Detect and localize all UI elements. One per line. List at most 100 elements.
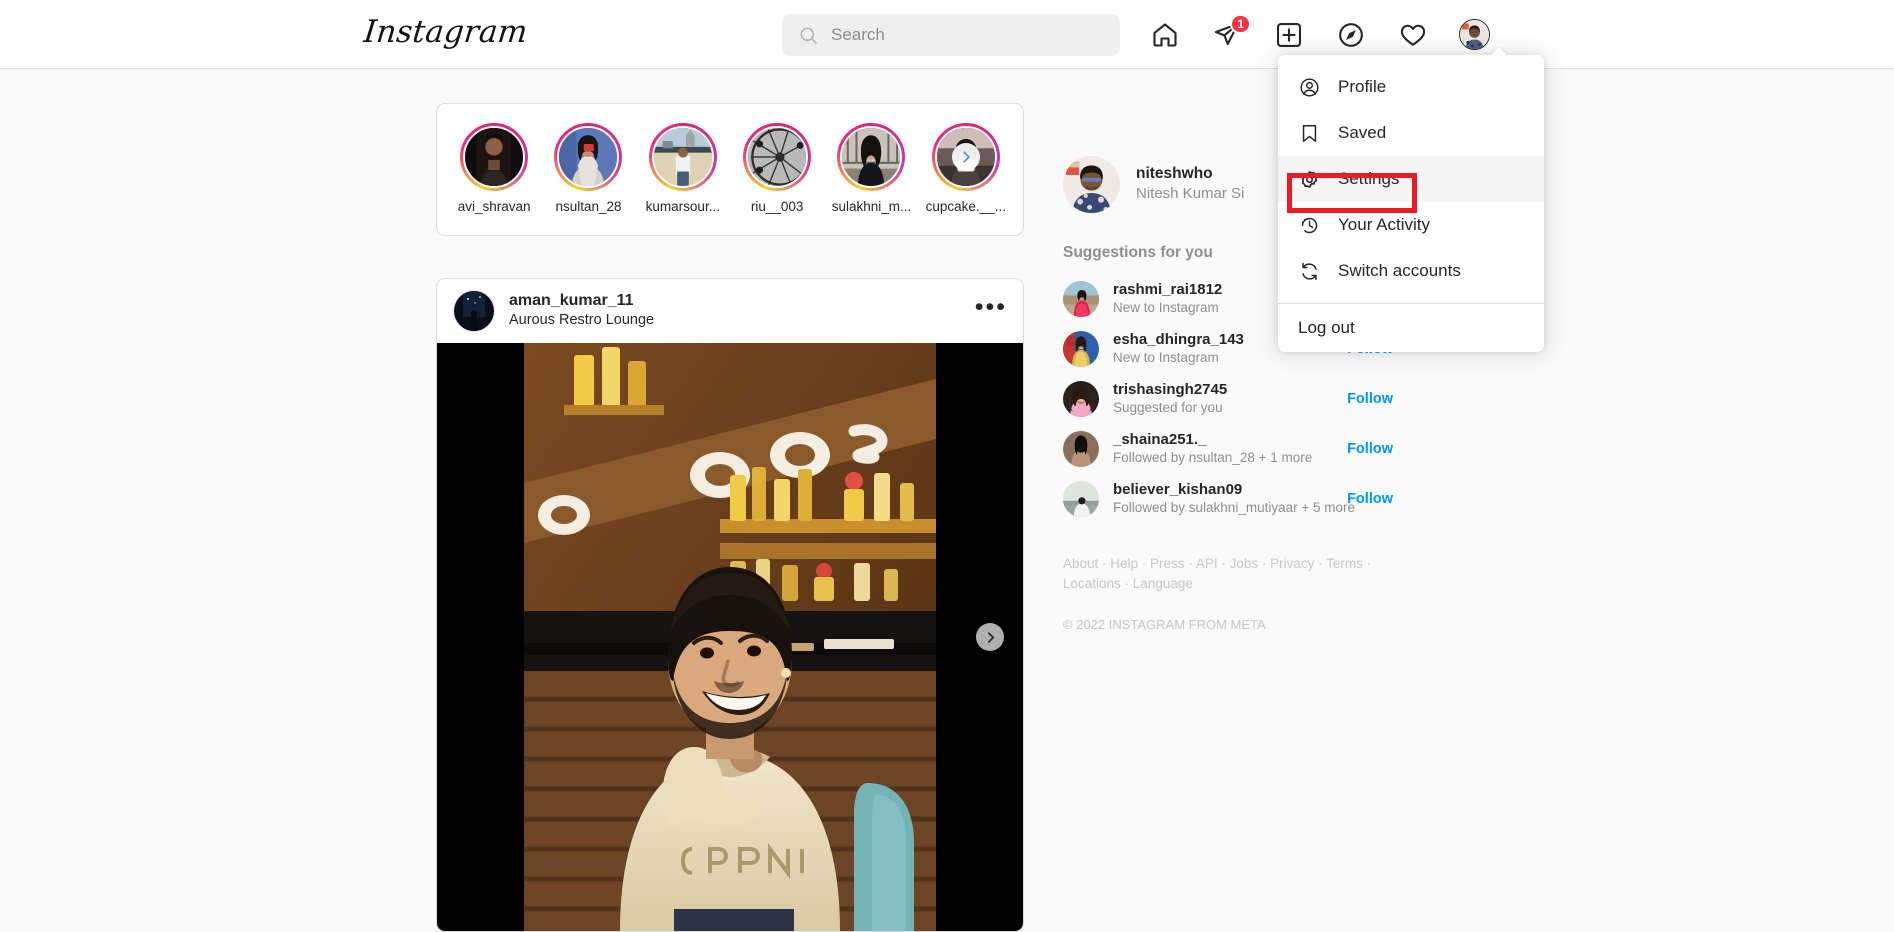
story-item[interactable]: cupcake.__... — [923, 123, 1009, 214]
menu-item-settings[interactable]: Settings — [1278, 156, 1544, 202]
footer-sep: · — [1098, 556, 1111, 571]
suggestion-avatar[interactable] — [1063, 281, 1099, 317]
current-user-avatar[interactable] — [1063, 155, 1120, 213]
current-user-meta: niteshwho Nitesh Kumar Si — [1136, 164, 1244, 204]
bookmark-icon — [1298, 122, 1320, 144]
footer-sep: · — [1217, 556, 1230, 571]
story-ring — [648, 123, 717, 191]
footer-copyright: © 2022 INSTAGRAM FROM META — [1063, 617, 1266, 633]
current-username[interactable]: niteshwho — [1136, 164, 1244, 184]
menu-item-label: Your Activity — [1338, 215, 1430, 234]
menu-item-saved[interactable]: Saved — [1278, 110, 1544, 156]
switch-accounts-icon — [1298, 260, 1320, 282]
story-avatar — [651, 126, 714, 188]
search-input[interactable]: Search — [782, 14, 1120, 56]
account-dropdown-menu: Profile Saved Settings Your Activity Swi… — [1278, 55, 1544, 352]
footer-link[interactable]: Terms — [1326, 556, 1363, 571]
top-navigation-bar: Instagram Search 1 — [0, 0, 1894, 69]
footer-sep: · — [1362, 556, 1372, 571]
suggestion-avatar[interactable] — [1063, 481, 1099, 517]
suggestion-meta: _shaina251._ Followed by nsultan_28 + 1 … — [1113, 430, 1337, 468]
story-username: riu__003 — [750, 199, 804, 214]
story-item[interactable]: kumarsour... — [640, 123, 726, 214]
profile-circle-icon — [1298, 76, 1320, 98]
follow-button[interactable]: Follow — [1347, 441, 1393, 457]
suggestion-row: believer_kishan09 Followed by sulakhni_m… — [1063, 474, 1393, 524]
menu-item-label: Settings — [1338, 169, 1400, 188]
profile-avatar[interactable] — [1459, 19, 1490, 50]
story-item[interactable]: nsultan_28 — [545, 123, 631, 214]
story-ring — [554, 123, 623, 191]
dropdown-pointer — [1490, 47, 1508, 56]
story-ring — [931, 123, 1000, 191]
current-fullname: Nitesh Kumar Si — [1136, 184, 1245, 202]
suggestion-subtitle: New to Instagram — [1113, 350, 1219, 366]
story-item[interactable]: sulakhni_m... — [828, 123, 914, 214]
menu-item-label: Switch accounts — [1338, 261, 1461, 280]
story-item[interactable]: avi_shravan — [451, 123, 537, 214]
suggestion-username[interactable]: _shaina251._ — [1113, 430, 1337, 450]
footer-links: About · Help · Press · API · Jobs · Priv… — [1063, 554, 1423, 593]
sidebar-footer: About · Help · Press · API · Jobs · Priv… — [1063, 554, 1423, 632]
suggestion-subtitle: Followed by sulakhni_mutiyaar + 5 more — [1113, 500, 1355, 516]
footer-link[interactable]: Language — [1133, 576, 1193, 591]
messenger-icon[interactable]: 1 — [1211, 14, 1251, 50]
suggestion-username[interactable]: believer_kishan09 — [1113, 480, 1337, 500]
post-next-image-button[interactable] — [976, 623, 1004, 651]
post-username[interactable]: aman_kumar_11 — [509, 291, 975, 311]
post-media[interactable] — [437, 343, 1023, 931]
footer-sep: · — [1314, 556, 1327, 571]
follow-button[interactable]: Follow — [1347, 491, 1393, 507]
footer-sep: · — [1120, 575, 1133, 591]
menu-item-your-activity[interactable]: Your Activity — [1278, 202, 1544, 248]
suggestion-meta: believer_kishan09 Followed by sulakhni_m… — [1113, 480, 1355, 518]
new-post-icon[interactable] — [1273, 19, 1304, 50]
home-icon[interactable] — [1149, 19, 1180, 50]
suggestion-avatar[interactable] — [1063, 381, 1099, 417]
suggestion-subtitle: Suggested for you — [1113, 400, 1223, 416]
suggestion-avatar[interactable] — [1063, 431, 1099, 467]
story-avatar — [840, 126, 903, 188]
story-username: sulakhni_m... — [831, 199, 912, 214]
menu-item-switch-accounts[interactable]: Switch accounts — [1278, 248, 1544, 294]
follow-button[interactable]: Follow — [1347, 391, 1393, 407]
search-icon — [800, 27, 817, 44]
menu-item-log-out[interactable]: Log out — [1278, 304, 1544, 352]
footer-link[interactable]: About — [1063, 556, 1098, 571]
footer-link[interactable]: Privacy — [1270, 556, 1314, 571]
story-avatar — [746, 126, 809, 188]
suggestion-row: _shaina251._ Followed by nsultan_28 + 1 … — [1063, 424, 1393, 474]
story-item[interactable]: riu__003 — [734, 123, 820, 214]
footer-link[interactable]: API — [1196, 556, 1218, 571]
post-location[interactable]: Aurous Restro Lounge — [509, 311, 975, 331]
heart-icon[interactable] — [1397, 19, 1428, 50]
suggestion-avatar[interactable] — [1063, 331, 1099, 367]
footer-link[interactable]: Locations — [1063, 576, 1121, 591]
stories-tray[interactable]: avi_shravan nsultan_28 kumarsour... riu_… — [436, 103, 1024, 236]
footer-link[interactable]: Press — [1150, 556, 1185, 571]
instagram-logo[interactable]: Instagram — [362, 14, 529, 50]
clock-history-icon — [1298, 214, 1320, 236]
footer-sep: · — [1184, 556, 1196, 571]
gear-icon — [1298, 168, 1320, 190]
suggestion-username[interactable]: trishasingh2745 — [1113, 380, 1337, 400]
messenger-badge: 1 — [1230, 14, 1251, 34]
post-options-icon[interactable]: ••• — [975, 295, 1007, 320]
post-header: aman_kumar_11 Aurous Restro Lounge ••• — [437, 279, 1023, 343]
footer-link[interactable]: Jobs — [1230, 556, 1259, 571]
post-author-avatar[interactable] — [453, 290, 495, 332]
suggestion-meta: trishasingh2745 Suggested for you — [1113, 380, 1337, 418]
menu-item-profile[interactable]: Profile — [1278, 64, 1544, 110]
footer-link[interactable]: Help — [1110, 556, 1138, 571]
footer-sep: · — [1258, 556, 1271, 571]
menu-item-label: Saved — [1338, 123, 1387, 142]
story-avatar — [463, 126, 526, 188]
avatar-image — [1460, 20, 1489, 49]
explore-compass-icon[interactable] — [1335, 19, 1366, 50]
story-ring — [837, 123, 906, 191]
suggestion-subtitle: Followed by nsultan_28 + 1 more — [1113, 450, 1313, 466]
story-ring — [460, 123, 529, 191]
stories-next-arrow[interactable] — [951, 143, 980, 171]
story-username: kumarsour... — [645, 199, 720, 214]
post-image — [524, 343, 936, 931]
